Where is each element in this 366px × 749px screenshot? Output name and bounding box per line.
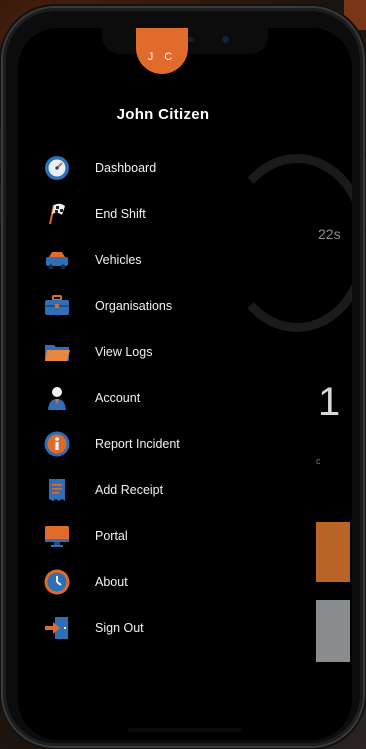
menu-item-label: Account xyxy=(95,391,141,405)
grey-action-tile[interactable] xyxy=(316,600,350,662)
menu-item-label: Portal xyxy=(95,529,128,543)
menu-item-account[interactable]: Account xyxy=(42,380,302,416)
home-indicator xyxy=(128,728,242,732)
info-icon xyxy=(42,429,72,459)
speedometer-icon xyxy=(42,153,72,183)
menu-item-label: End Shift xyxy=(95,207,146,221)
user-name: John Citizen xyxy=(116,106,210,123)
menu-item-label: Sign Out xyxy=(95,621,144,635)
menu-item-label: Report Incident xyxy=(95,437,180,451)
avatar[interactable]: J C xyxy=(136,28,188,74)
menu-item-add-receipt[interactable]: Add Receipt xyxy=(42,472,302,508)
dashboard-background-panel: 22s 1 c xyxy=(224,28,352,740)
menu-item-sign-out[interactable]: Sign Out xyxy=(42,610,302,646)
phone-frame: J C John Citizen 22s 1 c Dashboard End S… xyxy=(0,8,366,746)
menu-item-view-logs[interactable]: View Logs xyxy=(42,334,302,370)
menu-item-label: Add Receipt xyxy=(95,483,164,497)
front-camera xyxy=(222,36,229,43)
menu-item-portal[interactable]: Portal xyxy=(42,518,302,554)
briefcase-icon xyxy=(42,291,72,321)
menu-item-label: View Logs xyxy=(95,345,153,359)
menu-item-label: About xyxy=(95,575,128,589)
app-screen: J C John Citizen 22s 1 c Dashboard End S… xyxy=(18,28,352,740)
menu-item-report-incident[interactable]: Report Incident xyxy=(42,426,302,462)
timer-value: 22s xyxy=(318,226,341,242)
menu-item-end-shift[interactable]: End Shift xyxy=(42,196,302,232)
big-counter: 1 xyxy=(318,380,341,424)
car-icon xyxy=(42,245,72,275)
orange-action-tile[interactable] xyxy=(316,522,350,582)
menu-item-dashboard[interactable]: Dashboard xyxy=(42,150,302,186)
menu-item-about[interactable]: About xyxy=(42,564,302,600)
checkered-flag-icon xyxy=(42,199,72,229)
counter-label: c xyxy=(316,456,321,466)
volume-button xyxy=(0,183,1,223)
receipt-icon xyxy=(42,475,72,505)
folder-icon xyxy=(42,337,72,367)
menu-item-vehicles[interactable]: Vehicles xyxy=(42,242,302,278)
sign-out-icon xyxy=(42,613,72,643)
clock-icon xyxy=(42,567,72,597)
volume-button xyxy=(0,128,1,168)
menu-item-label: Vehicles xyxy=(95,253,142,267)
person-icon xyxy=(42,383,72,413)
menu-item-organisations[interactable]: Organisations xyxy=(42,288,302,324)
menu-item-label: Dashboard xyxy=(95,161,157,175)
menu-item-label: Organisations xyxy=(95,299,173,313)
monitor-icon xyxy=(42,521,72,551)
